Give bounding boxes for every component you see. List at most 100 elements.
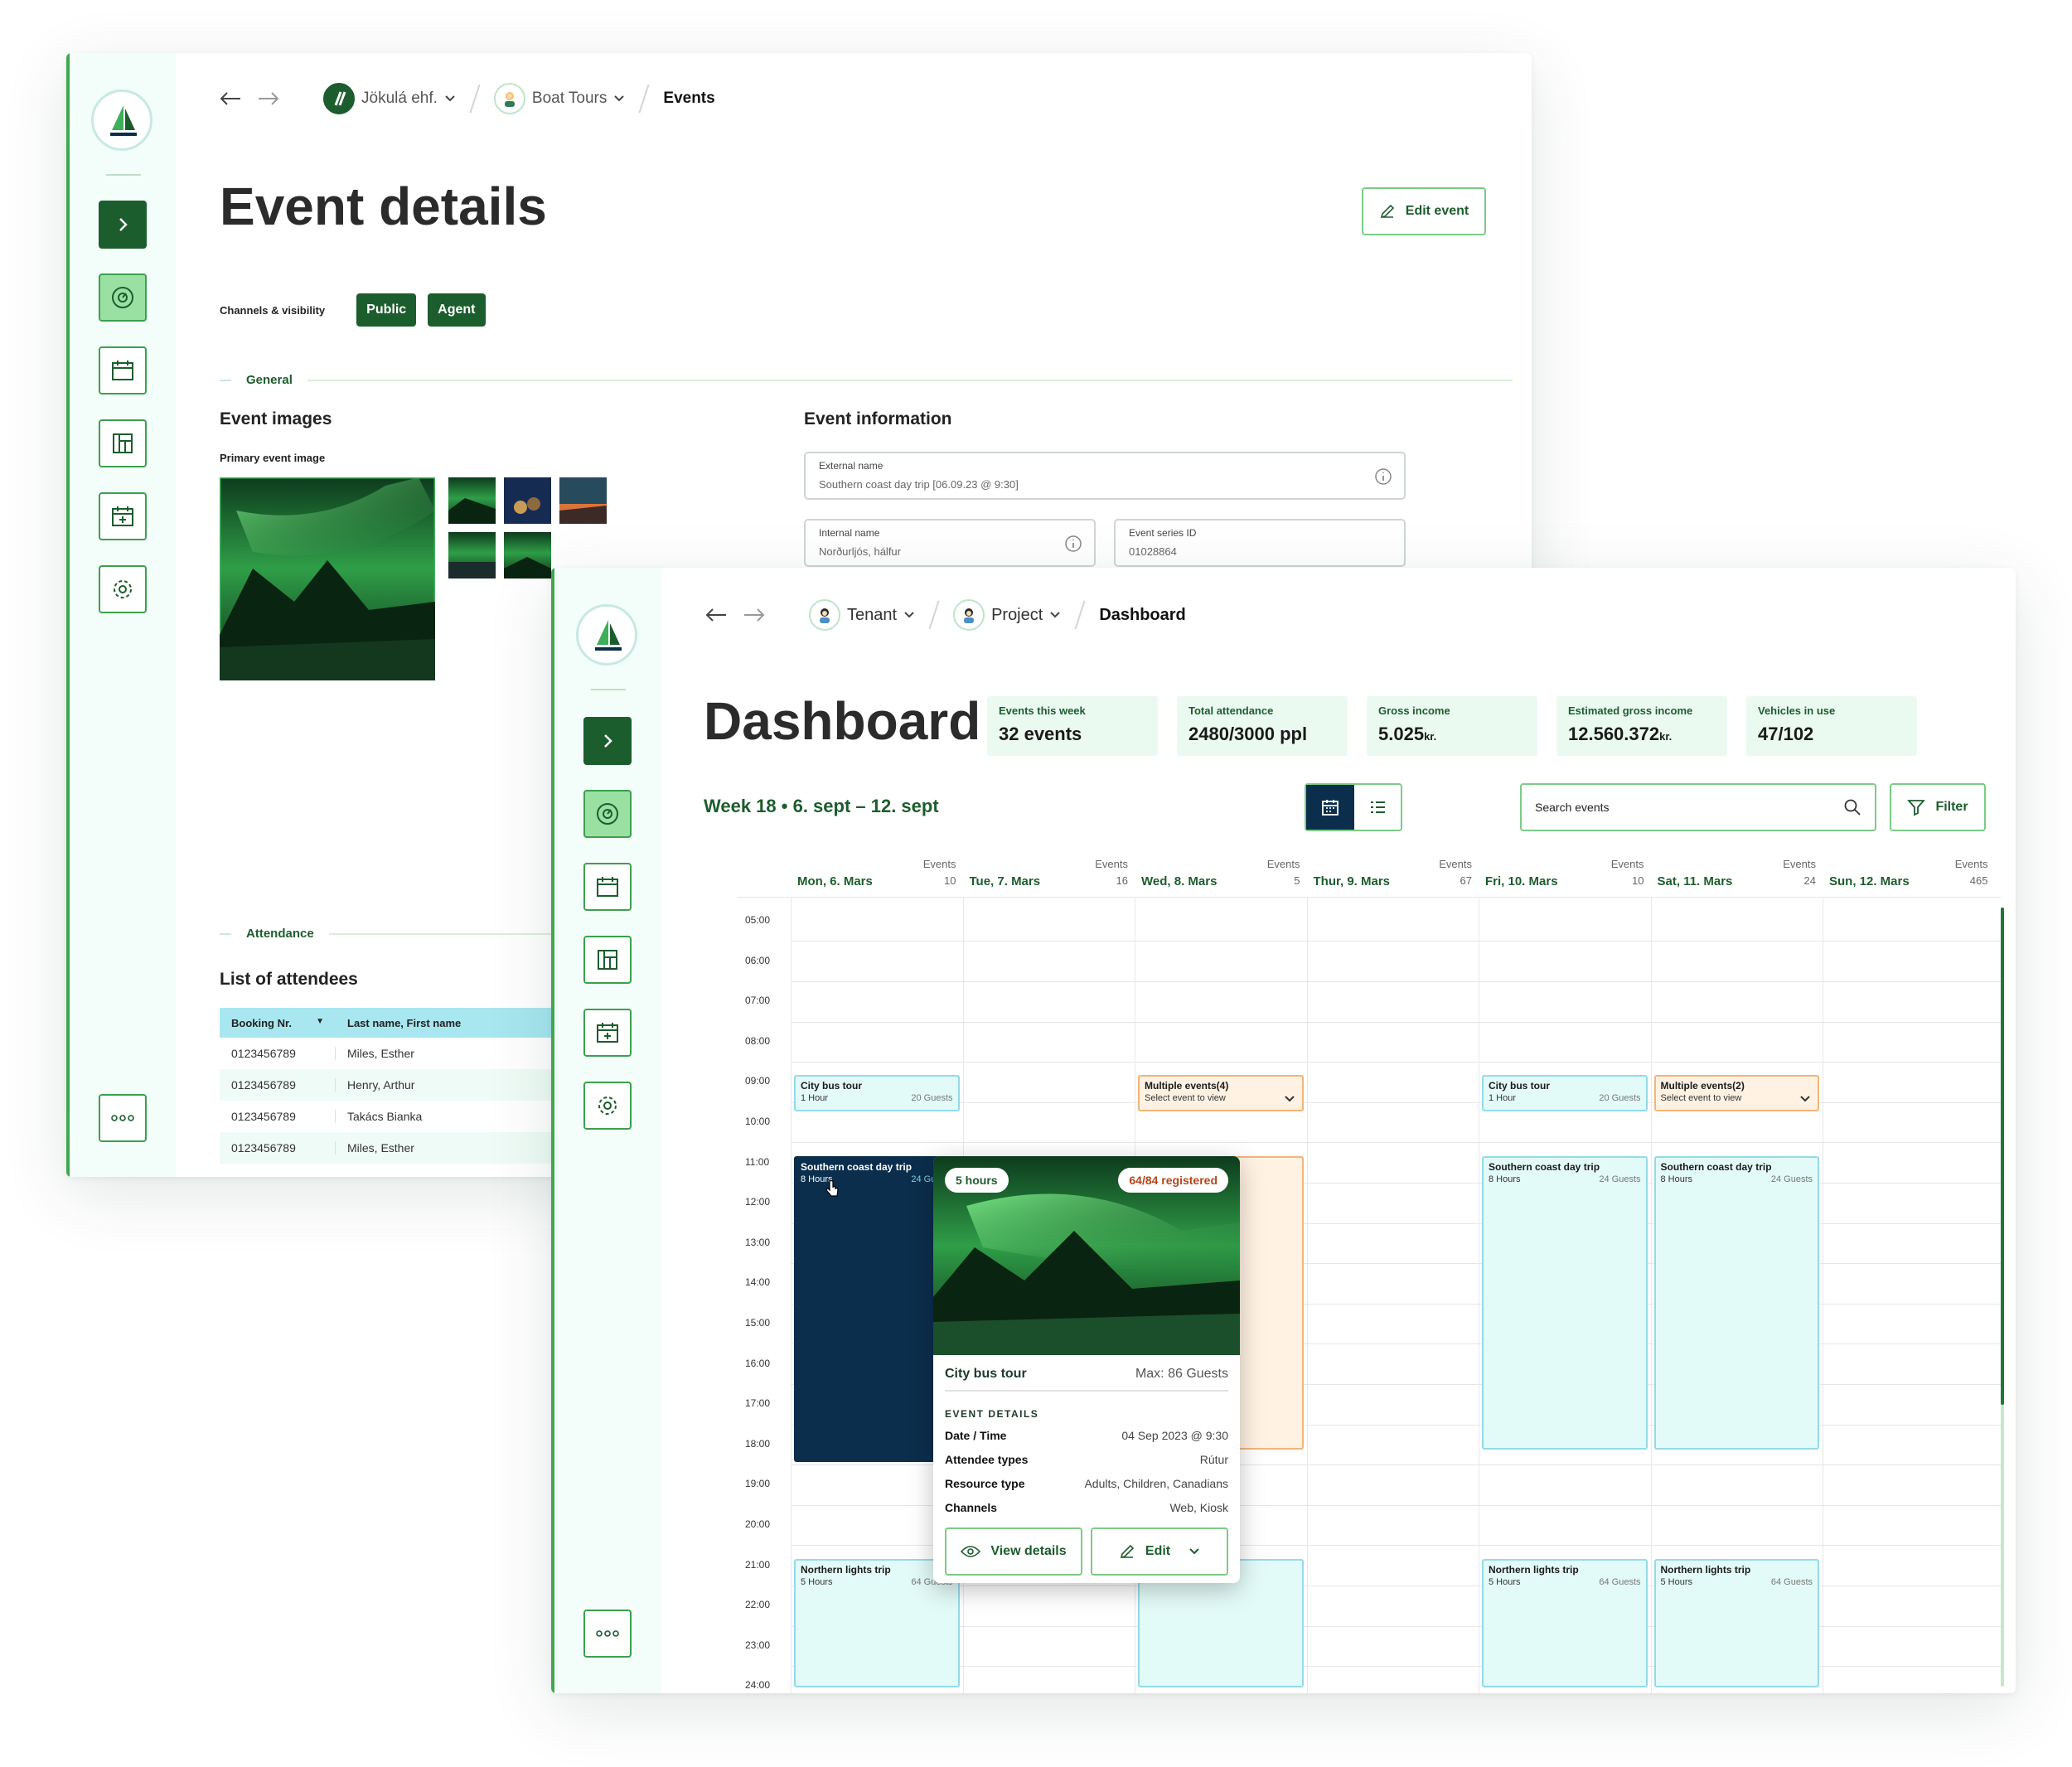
nav-add-event[interactable] — [583, 1009, 632, 1057]
table-row[interactable]: 0123456789 Miles, Esther — [220, 1038, 568, 1069]
thumbnail-image[interactable] — [559, 477, 607, 524]
eye-icon — [961, 1546, 981, 1557]
nav-reports[interactable] — [583, 936, 632, 984]
series-id-field[interactable]: Event series ID 01028864 — [1114, 519, 1406, 567]
calendar-icon — [112, 361, 133, 380]
day-column-divider — [1306, 898, 1308, 1693]
avatar-icon — [953, 599, 985, 631]
list-icon — [1371, 801, 1385, 813]
calendar-event[interactable]: Southern coast day trip 8 Hours 24 Guests — [1482, 1155, 1648, 1450]
internal-name-field[interactable]: Internal name Norðurljós, hálfur — [804, 519, 1096, 567]
day-header[interactable]: Events 10 Mon, 6. Mars — [791, 850, 963, 896]
calendar-icon — [1322, 800, 1339, 816]
nav-calendar[interactable] — [583, 863, 632, 911]
forward-arrow-icon[interactable] — [741, 607, 767, 623]
nav-add-event[interactable] — [99, 492, 147, 540]
channel-tag-agent[interactable]: Agent — [428, 293, 486, 327]
name-header[interactable]: Last name, First name — [336, 1017, 461, 1029]
project-selector[interactable]: Project — [953, 599, 1061, 631]
calendar-event[interactable]: City bus tour 1 Hour 20 Guests — [794, 1075, 960, 1112]
nav-more[interactable] — [99, 1094, 147, 1142]
day-event-count: Events 10 — [922, 858, 956, 887]
forward-arrow-icon[interactable] — [255, 90, 282, 107]
back-arrow-icon[interactable] — [703, 607, 729, 623]
company-logo-icon — [323, 83, 355, 114]
nav-settings[interactable] — [583, 1082, 632, 1130]
table-row[interactable]: 0123456789 Henry, Arthur — [220, 1069, 568, 1101]
calendar-event[interactable]: Multiple events(4) Select event to view — [1138, 1075, 1304, 1112]
calendar-event[interactable]: Multiple events(2) Select event to view — [1653, 1075, 1819, 1112]
app-logo[interactable] — [91, 90, 152, 151]
nav-more[interactable] — [583, 1610, 632, 1658]
calendar-event[interactable]: City bus tour 1 Hour 20 Guests — [1482, 1075, 1648, 1112]
page-title: Dashboard — [704, 691, 981, 751]
edit-event-button[interactable]: Edit event — [1362, 187, 1486, 235]
hour-line — [791, 941, 2001, 942]
sidebar — [551, 568, 661, 1693]
dashboard-main: Tenant Project Dashboard Dashboard Event… — [661, 568, 2016, 1693]
calendar-view-button[interactable] — [1306, 785, 1354, 830]
day-header[interactable]: Events 67 Thur, 9. Mars — [1307, 850, 1479, 896]
popup-detail-row: Resource type Adults, Children, Canadians — [945, 1477, 1228, 1490]
external-name-field[interactable]: External name Southern coast day trip [0… — [804, 452, 1406, 500]
hand-cursor-icon — [825, 1180, 839, 1197]
day-header[interactable]: Events 10 Fri, 10. Mars — [1479, 850, 1651, 896]
thumbnail-image[interactable] — [504, 532, 551, 579]
day-header[interactable]: Events 5 Wed, 8. Mars — [1135, 850, 1307, 896]
nav-reports[interactable] — [99, 419, 147, 467]
chevron-down-icon — [904, 612, 914, 618]
search-icon[interactable] — [1843, 798, 1861, 816]
day-name: Wed, 8. Mars — [1141, 874, 1218, 888]
day-event-count: Events 465 — [1954, 858, 1988, 887]
scrollbar[interactable] — [2001, 908, 2004, 1687]
thumbnail-image[interactable] — [448, 477, 496, 524]
table-row[interactable]: 0123456789 Miles, Esther — [220, 1132, 568, 1164]
stat-vehicles: Vehicles in use 47/102 — [1746, 696, 1917, 756]
list-view-button[interactable] — [1354, 785, 1401, 830]
day-header[interactable]: Events 24 Sat, 11. Mars — [1651, 850, 1823, 896]
search-input[interactable]: Search events — [1520, 783, 1876, 831]
nav-calendar[interactable] — [99, 346, 147, 395]
company-name: Jökulá ehf. — [361, 90, 438, 107]
day-event-count: Events 24 — [1783, 858, 1816, 887]
expand-sidebar-button[interactable] — [99, 201, 147, 249]
popup-section-label: EVENT DETAILS — [945, 1408, 1039, 1420]
event-title: City bus tour — [801, 1080, 862, 1092]
day-header[interactable]: Events 465 Sun, 12. Mars — [1823, 850, 1995, 896]
event-title: Northern lights trip — [1660, 1563, 1751, 1576]
primary-event-image[interactable] — [220, 477, 435, 680]
day-column-divider — [1650, 898, 1652, 1693]
back-arrow-icon[interactable] — [217, 90, 244, 107]
view-details-button[interactable]: View details — [945, 1527, 1082, 1576]
breadcrumb: Jökulá ehf. Boat Tours Events — [217, 83, 715, 114]
filter-icon — [1907, 800, 1926, 816]
filter-button[interactable]: Filter — [1890, 783, 1986, 831]
thumbnail-image[interactable] — [448, 532, 496, 579]
edit-dropdown-button[interactable]: Edit — [1091, 1527, 1228, 1576]
calendar-event[interactable]: Northern lights trip 5 Hours 64 Guests — [1482, 1558, 1648, 1688]
time-label: 05:00 — [745, 914, 771, 926]
info-icon[interactable] — [1374, 467, 1392, 486]
attendees-heading: List of attendees — [220, 970, 358, 989]
hour-line — [791, 1142, 2001, 1144]
sort-booking-header[interactable]: Booking Nr. ▼ — [220, 1017, 336, 1029]
tenant-selector[interactable]: Tenant — [809, 599, 915, 631]
calendar-event[interactable]: Northern lights trip 5 Hours 64 Guests — [1653, 1558, 1819, 1688]
channel-tag-public[interactable]: Public — [356, 293, 417, 327]
expand-sidebar-button[interactable] — [583, 717, 632, 765]
app-logo[interactable] — [576, 604, 637, 666]
project-selector[interactable]: Boat Tours — [493, 83, 625, 114]
registered-badge: 64/84 registered — [1118, 1168, 1228, 1193]
calendar-event[interactable]: Southern coast day trip 8 Hours 24 Guests — [1653, 1155, 1819, 1450]
company-selector[interactable]: Jökulá ehf. — [323, 83, 456, 114]
nav-settings[interactable] — [99, 565, 147, 613]
event-meta: 8 Hours 24 Guests — [801, 1174, 953, 1184]
thumbnail-image[interactable] — [504, 477, 551, 524]
info-icon[interactable] — [1064, 535, 1082, 553]
hour-line — [791, 1666, 2001, 1668]
nav-dashboard[interactable] — [99, 274, 147, 322]
nav-dashboard[interactable] — [583, 790, 632, 838]
day-header[interactable]: Events 16 Tue, 7. Mars — [963, 850, 1135, 896]
event-meta: 5 Hours 64 Guests — [801, 1576, 953, 1587]
table-row[interactable]: 0123456789 Takács Bianka — [220, 1101, 568, 1132]
